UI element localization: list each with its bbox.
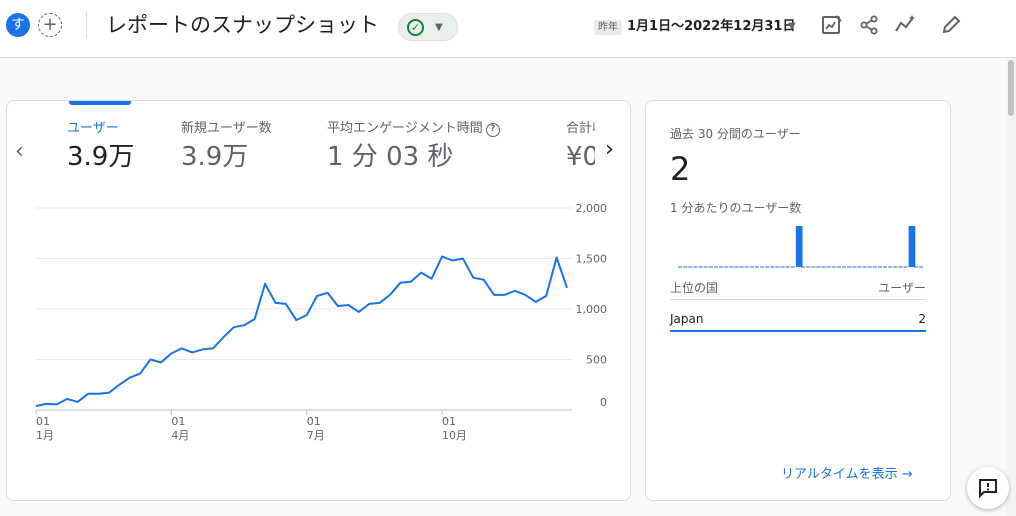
feedback-button[interactable] [967,467,1009,509]
view-realtime-link[interactable]: リアルタイムを表示 → [781,466,913,484]
metric-label: 平均エンゲージメント時間? [327,119,500,139]
chevron-down-icon: ▼ [435,22,443,33]
realtime-card: 過去 30 分間のユーザー 2 1 分あたりのユーザー数 上位の国 ユーザー J… [645,100,951,501]
account-avatar[interactable]: す [6,13,30,37]
y-tick-label: 0 [600,396,607,409]
report-header: す + レポートのスナップショット ✓ ▼ 昨年 1月1日～2022年12月31… [0,0,1016,58]
y-tick-label: 2,000 [576,202,608,215]
users-series-line [35,255,568,407]
metric-value: ¥0 [566,142,595,172]
column-header-country: 上位の国 [670,281,719,295]
active-tab-indicator [69,101,131,105]
y-tick-label: 1,000 [576,303,608,316]
country-name: Japan [670,312,704,326]
metric-tab-users[interactable]: ユーザー 3.9万 [67,119,134,175]
date-range-chevron-icon[interactable]: ▼ [788,20,796,34]
share-icon[interactable] [858,14,880,36]
table-row[interactable]: Japan 2 [670,310,926,332]
metric-tab-engagement-time[interactable]: 平均エンゲージメント時間? 1 分 03 秒 [327,119,500,175]
x-tick-day-label: 01 [442,415,456,428]
country-table-header: 上位の国 ユーザー [670,280,926,300]
x-tick-month-label: 4月 [171,429,189,442]
x-tick-month-label: 7月 [307,429,325,442]
metric-value: 1 分 03 秒 [327,142,454,172]
x-tick-month-label: 1月 [36,429,54,442]
view-realtime-label: リアルタイムを表示 [781,467,898,482]
minute-bar [795,226,803,267]
add-comparison-button[interactable]: + [38,13,62,37]
metric-label: ユーザー [67,121,119,136]
page-title: レポートのスナップショット [106,13,379,37]
x-tick-day-label: 01 [307,415,321,428]
chevron-right-icon[interactable]: › [605,137,614,163]
page-scrollbar[interactable] [1006,58,1016,516]
metric-value: 3.9万 [181,142,249,172]
metric-label: 合計収益 [566,121,595,136]
feedback-icon [979,479,997,498]
report-status-dropdown[interactable]: ✓ ▼ [398,13,458,41]
date-compare-label: 昨年 [594,20,622,35]
realtime-user-count: 2 [670,150,691,188]
column-header-users: ユーザー [878,281,926,295]
realtime-title: 過去 30 分間のユーザー [670,127,801,141]
metric-tabs: ユーザー 3.9万 新規ユーザー数 3.9万 平均エンゲージメント時間? 1 分… [63,119,595,179]
customize-report-icon[interactable] [821,14,843,36]
chevron-left-icon[interactable]: ‹ [15,139,24,165]
users-line-chart: 2,0001,5001,0005000011月014月017月0110月 [35,202,608,442]
metric-tab-new-users[interactable]: 新規ユーザー数 3.9万 [181,119,272,175]
arrow-right-icon: → [901,467,913,482]
per-minute-bar-chart [678,226,923,268]
metrics-overview-card: ‹ › ユーザー 3.9万 新規ユーザー数 3.9万 平均エンゲージメント時間?… [6,100,631,501]
x-tick-day-label: 01 [36,415,50,428]
help-icon[interactable]: ? [485,123,500,137]
date-range-picker[interactable]: 1月1日～2022年12月31日 [627,18,795,36]
metric-tab-total-revenue[interactable]: 合計収益 ¥0 [566,119,595,175]
x-tick-day-label: 01 [171,415,185,428]
header-divider [86,12,87,38]
country-users: 2 [918,312,926,326]
metric-label-text: 平均エンゲージメント時間 [327,121,483,136]
x-tick-month-label: 10月 [442,429,467,442]
y-tick-label: 500 [586,354,607,367]
metric-label: 新規ユーザー数 [181,121,272,136]
minute-bar [908,226,916,267]
per-minute-label: 1 分あたりのユーザー数 [670,201,802,215]
y-tick-label: 1,500 [576,253,608,266]
insights-icon[interactable] [894,14,916,36]
check-circle-icon: ✓ [407,19,424,36]
edit-icon[interactable] [940,14,962,36]
metric-value: 3.9万 [67,142,135,172]
page-scrollbar-thumb[interactable] [1008,60,1014,116]
